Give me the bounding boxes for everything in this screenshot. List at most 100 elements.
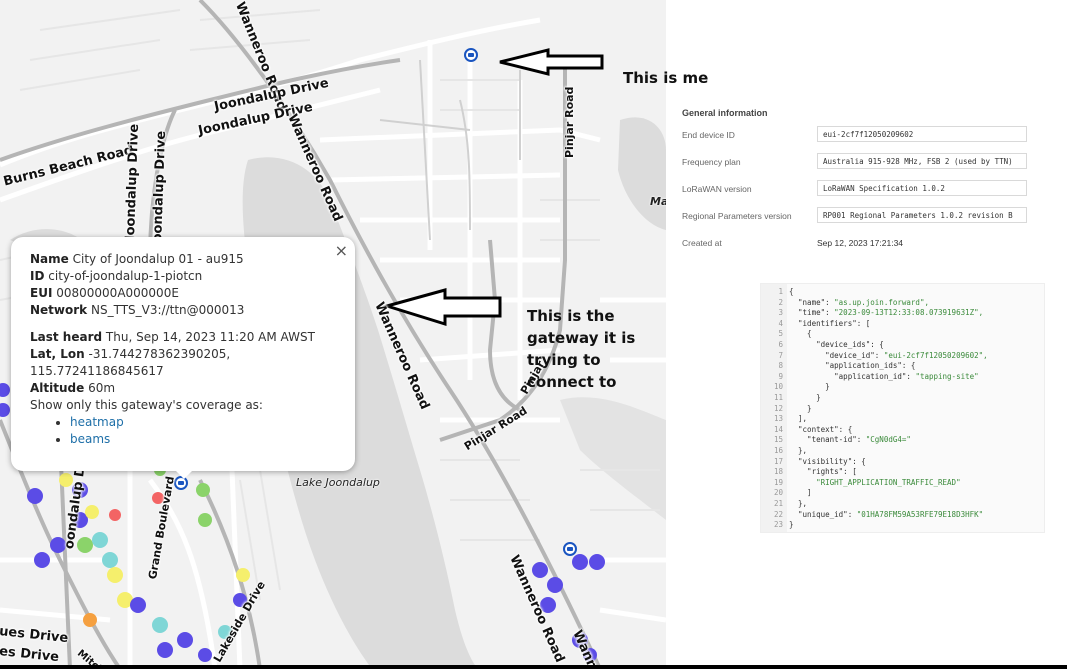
code-text: }, xyxy=(789,446,808,455)
line-number: 16 xyxy=(773,446,783,455)
code-line: 21 }, xyxy=(761,498,807,509)
event-json-viewer[interactable]: 1{2 "name": "as.up.join.forward", 3 "time… xyxy=(760,283,1045,533)
info-field-frequency-plan[interactable]: Australia 915-928 MHz, FSB 2 (used by TT… xyxy=(817,153,1027,169)
gateway-altitude: 60m xyxy=(88,381,116,395)
code-text: } xyxy=(789,393,821,402)
line-number: 13 xyxy=(773,414,783,424)
code-line: 17 "visibility": { xyxy=(761,456,866,467)
gateway-last-heard: Thu, Sep 14, 2023 11:20 AM AWST xyxy=(105,330,315,344)
line-number: 9 xyxy=(778,371,783,381)
info-field-lorawan-version[interactable]: LoRaWAN Specification 1.0.2 xyxy=(817,180,1027,196)
code-line: 18 "rights": [ xyxy=(761,466,857,477)
eui-label: EUI xyxy=(30,286,53,300)
code-line: 3 "time": "2023-09-13T12:33:08.073919631… xyxy=(761,307,983,318)
code-line: 14 "context": { xyxy=(761,424,852,435)
line-number: 15 xyxy=(773,435,783,445)
code-text: }, xyxy=(789,499,808,508)
heatmap-link[interactable]: heatmap xyxy=(70,415,124,429)
code-text: "tenant-id": "CgN0dG4=" xyxy=(789,435,911,445)
gateway-lon: 115.77241186845617 xyxy=(30,364,164,378)
code-text: "context": { xyxy=(789,424,853,434)
code-text: "RIGHT_APPLICATION_TRAFFIC_READ" xyxy=(789,477,961,487)
popup-tail xyxy=(175,470,193,479)
gateway-network: NS_TTS_V3://ttn@000013 xyxy=(90,303,245,317)
code-text: "rights": [ xyxy=(789,467,857,477)
name-label: Name xyxy=(30,252,69,266)
line-number: 21 xyxy=(773,499,783,508)
code-line: 6 "device_ids": { xyxy=(761,339,883,350)
code-text: "time": "2023-09-13T12:33:08.073919631Z"… xyxy=(789,308,984,318)
info-field-regional-params[interactable]: RP001 Regional Parameters 1.0.2 revision… xyxy=(817,207,1027,223)
code-text: "application_ids": { xyxy=(789,361,916,371)
code-line: 10 } xyxy=(761,381,830,392)
info-value-created-at: Sep 12, 2023 17:21:34 xyxy=(817,238,904,248)
annotation-gateway: This is the gateway it is trying to conn… xyxy=(527,307,636,391)
line-number: 10 xyxy=(773,382,783,392)
line-number: 1 xyxy=(778,287,783,296)
gateway-eui: 00800000A000000E xyxy=(56,286,179,300)
network-label: Network xyxy=(30,303,88,317)
line-number: 8 xyxy=(778,361,783,371)
last-heard-label: Last heard xyxy=(30,330,103,344)
code-line: 13 ], xyxy=(761,413,807,424)
gateway-marker-icon-2[interactable] xyxy=(563,542,577,556)
info-label-frequency-plan: Frequency plan xyxy=(682,157,741,167)
line-number: 20 xyxy=(773,488,783,498)
latlon-label: Lat, Lon xyxy=(30,347,85,361)
map-label-ma: Ma xyxy=(650,195,666,208)
code-text: "application_id": "tapping-site" xyxy=(789,371,979,381)
coverage-text: Show only this gateway's coverage as: xyxy=(30,398,263,412)
line-number: 18 xyxy=(773,467,783,477)
line-number: 23 xyxy=(773,520,783,530)
code-text: "identifiers": [ xyxy=(789,318,871,328)
info-label-end-device-id: End device ID xyxy=(682,130,735,140)
device-location-icon[interactable] xyxy=(464,48,478,62)
line-number: 22 xyxy=(773,509,783,519)
line-number: 11 xyxy=(773,393,783,402)
code-text: "unique_id": "01HA78FM59A53RFE79E18D3HFK… xyxy=(789,509,984,519)
code-text: "visibility": { xyxy=(789,456,866,466)
line-number: 17 xyxy=(773,456,783,466)
code-line: 7 "device_id": "eui-2cf7f12050209602", xyxy=(761,350,987,361)
info-label-regional-params: Regional Parameters version xyxy=(682,211,792,221)
code-text: ] xyxy=(789,488,812,498)
line-number: 12 xyxy=(773,403,783,413)
lake-joondalup-label: Lake Joondalup xyxy=(296,476,380,489)
line-number: 5 xyxy=(778,329,783,339)
code-line: 15 "tenant-id": "CgN0dG4=" xyxy=(761,434,911,445)
code-text: } xyxy=(789,382,830,392)
road-label-pinjar-1: Pinjar Road xyxy=(563,86,576,158)
code-text: ], xyxy=(789,414,808,424)
info-label-lorawan-version: LoRaWAN version xyxy=(682,184,752,194)
line-number: 7 xyxy=(778,350,783,360)
code-text: { xyxy=(789,329,812,339)
line-number: 19 xyxy=(773,477,783,487)
altitude-label: Altitude xyxy=(30,381,85,395)
gateway-id: city-of-joondalup-1-piotcn xyxy=(48,269,203,283)
code-line: 11 } xyxy=(761,392,821,403)
code-line: 16 }, xyxy=(761,445,807,456)
gateway-lat: -31.744278362390205, xyxy=(88,347,231,361)
general-information-title: General information xyxy=(682,108,768,118)
coverage-links: heatmap beams xyxy=(30,414,341,448)
line-number: 14 xyxy=(773,424,783,434)
gateway-name: City of Joondalup 01 - au915 xyxy=(72,252,244,266)
code-line: 22 "unique_id": "01HA78FM59A53RFE79E18D3… xyxy=(761,509,983,520)
code-text: } xyxy=(789,403,812,413)
info-field-end-device-id[interactable]: eui-2cf7f12050209602 xyxy=(817,126,1027,142)
code-line: 20 ] xyxy=(761,487,812,498)
line-number: 4 xyxy=(778,318,783,328)
code-line: 8 "application_ids": { xyxy=(761,360,915,371)
code-line: 1{ xyxy=(761,286,793,297)
code-line: 2 "name": "as.up.join.forward", xyxy=(761,297,929,308)
code-line: 12 } xyxy=(761,403,812,414)
beams-link[interactable]: beams xyxy=(70,432,110,446)
id-label: ID xyxy=(30,269,45,283)
info-label-created-at: Created at xyxy=(682,238,722,248)
line-number: 2 xyxy=(778,297,783,307)
code-text: "name": "as.up.join.forward", xyxy=(789,297,929,307)
code-line: 4 "identifiers": [ xyxy=(761,318,870,329)
code-line: 5 { xyxy=(761,328,812,339)
bottom-border xyxy=(0,665,1067,669)
code-line: 9 "application_id": "tapping-site" xyxy=(761,371,979,382)
